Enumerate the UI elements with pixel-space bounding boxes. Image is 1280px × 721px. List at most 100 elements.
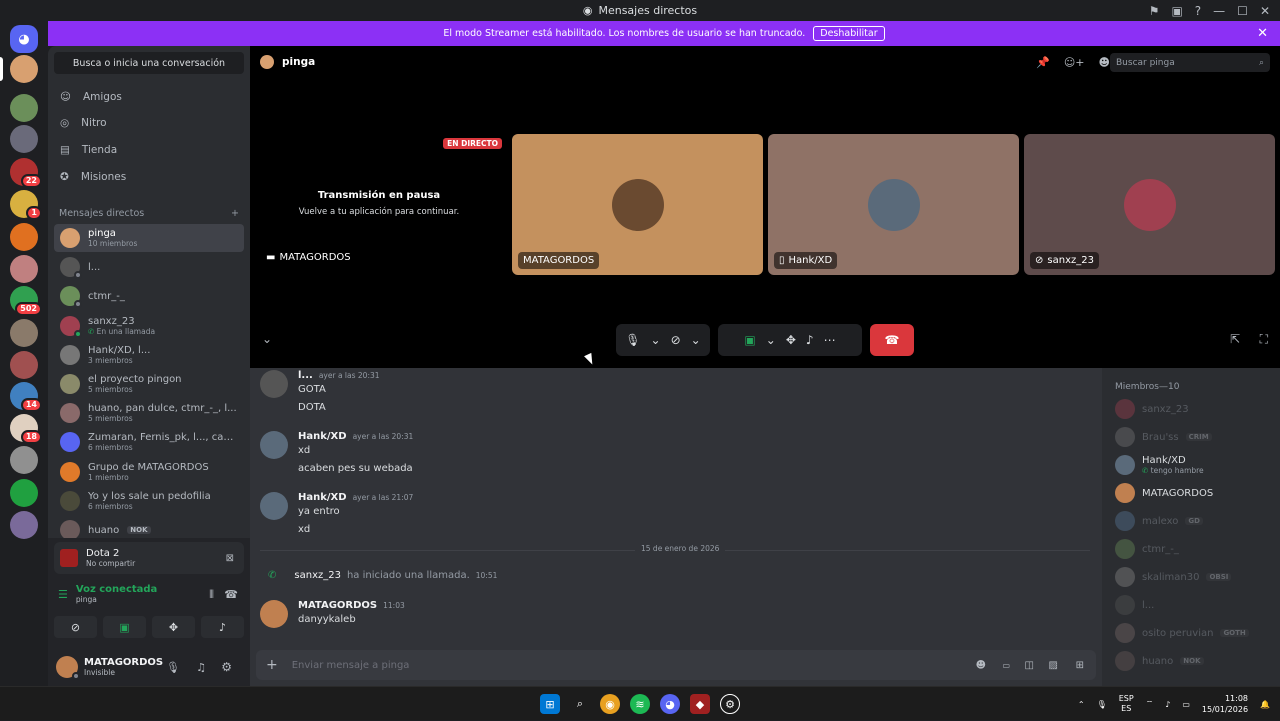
leave-call-button[interactable]: ☎ — [870, 324, 914, 356]
members-icon[interactable]: ☻ — [1099, 56, 1110, 69]
call-event-user[interactable]: sanxz_23 — [294, 570, 341, 581]
find-conversation-button[interactable]: Busca o inicia una conversación — [54, 52, 244, 74]
avatar[interactable] — [260, 370, 288, 398]
participant-tile[interactable]: ⊘ sanxz_23 — [1024, 134, 1275, 275]
volume-icon[interactable]: ♪ — [1165, 700, 1170, 709]
pin-icon[interactable]: 📌 — [1036, 56, 1050, 69]
participant-tile[interactable]: ▯ Hank/XD — [768, 134, 1019, 275]
dm-item[interactable]: l... — [54, 253, 244, 281]
stop-share-icon[interactable]: ⊠ — [226, 553, 234, 564]
avatar[interactable] — [260, 492, 288, 520]
nav-quests[interactable]: ✪ Misiones — [54, 164, 244, 190]
gift-icon[interactable]: ⊞ — [1076, 660, 1084, 671]
message-input[interactable]: Enviar mensaje a pinga — [292, 660, 410, 671]
member-item[interactable]: ctmr_-_ — [1115, 538, 1179, 560]
server-icon[interactable]: 1 — [10, 190, 42, 220]
server-icon[interactable]: 14 — [10, 382, 42, 412]
member-item[interactable]: skaliman30 OBSI — [1115, 566, 1232, 588]
activities-icon[interactable]: ✥ — [152, 616, 195, 638]
chevron-down-icon[interactable]: ⌄ — [651, 333, 661, 347]
nav-shop[interactable]: ▤ Tienda — [54, 137, 244, 163]
disable-streamer-button[interactable]: Deshabilitar — [813, 26, 885, 41]
apps-icon[interactable]: ☻ — [976, 660, 986, 671]
microphone-icon[interactable]: 🎙 — [625, 333, 640, 347]
search-icon[interactable]: ⌕ — [570, 694, 590, 714]
camera-off-icon[interactable]: ⊘ — [54, 616, 97, 638]
microphone-icon[interactable]: 🎙 — [166, 661, 180, 674]
start-icon[interactable]: ⊞ — [540, 694, 560, 714]
add-friends-icon[interactable]: ☺+ — [1064, 56, 1085, 69]
chevron-down-icon[interactable]: ⌄ — [691, 333, 701, 347]
headphones-icon[interactable]: ♫ — [196, 661, 206, 674]
server-icon[interactable] — [10, 511, 38, 539]
share-screen-icon[interactable]: ▣ — [103, 616, 146, 638]
spotify-icon[interactable]: ≋ — [630, 694, 650, 714]
author-name[interactable]: MATAGORDOS — [298, 600, 377, 611]
minimize-button[interactable]: — — [1213, 4, 1225, 18]
steam-icon[interactable]: ⚙ — [720, 694, 740, 714]
server-icon[interactable] — [10, 351, 38, 379]
author-name[interactable]: l... — [298, 370, 313, 381]
gif-icon[interactable]: ▭ — [1002, 661, 1010, 670]
create-dm-icon[interactable]: + — [231, 208, 239, 219]
member-item[interactable]: osito peruvian GOTH — [1115, 622, 1249, 644]
dm-item[interactable]: Grupo de MATAGORDOS 1 miembro — [54, 458, 244, 486]
author-name[interactable]: Hank/XD — [298, 492, 347, 503]
server-icon[interactable] — [10, 255, 38, 283]
soundboard-icon[interactable]: ♪ — [201, 616, 244, 638]
participant-tile[interactable]: MATAGORDOS — [512, 134, 763, 275]
add-attachment-icon[interactable]: + — [266, 657, 278, 673]
server-icon[interactable] — [10, 319, 38, 347]
help-icon[interactable]: ? — [1195, 4, 1201, 18]
dm-item[interactable]: huano, pan dulce, ctmr_-_, l... 5 miembro… — [54, 399, 244, 427]
close-window-button[interactable]: ✕ — [1260, 4, 1270, 18]
member-item[interactable]: Hank/XD ✆ tengo hambre — [1115, 454, 1204, 476]
dm-item[interactable]: Zumaran, Fernis_pk, l..., cami... 6 miemb… — [54, 428, 244, 456]
disconnect-icon[interactable]: ☎ — [224, 588, 238, 601]
more-options-icon[interactable]: ⋯ — [824, 333, 836, 347]
dm-item[interactable]: el proyecto pingon 5 miembros — [54, 370, 244, 398]
server-icon[interactable] — [10, 94, 38, 122]
member-item[interactable]: Brau'ss CRIM — [1115, 426, 1212, 448]
nav-friends[interactable]: ☺ Amigos — [54, 84, 244, 110]
settings-gear-icon[interactable]: ⚙ — [221, 660, 232, 674]
member-item[interactable]: l... — [1115, 594, 1154, 616]
user-server-icon[interactable] — [10, 55, 38, 83]
search-input[interactable]: Buscar pinga ⌕ — [1110, 53, 1270, 72]
emoji-icon[interactable]: ▨ — [1049, 660, 1058, 671]
avatar[interactable] — [56, 656, 80, 680]
dm-item[interactable]: Yo y los sale un pedofilia 6 miembros — [54, 487, 244, 515]
inbox-tray-icon[interactable]: ▣ — [1171, 4, 1182, 18]
discord-icon[interactable]: ◕ — [660, 694, 680, 714]
home-button[interactable]: ◕ — [10, 25, 38, 53]
member-item[interactable]: malexo GD — [1115, 510, 1203, 532]
inbox-icon[interactable]: ⚑ — [1149, 4, 1160, 18]
chrome-icon[interactable]: ◉ — [600, 694, 620, 714]
member-item[interactable]: huano NOK — [1115, 650, 1204, 672]
server-icon[interactable] — [10, 125, 38, 153]
server-icon[interactable] — [10, 223, 38, 251]
clock[interactable]: 11:08 15/01/2026 — [1202, 693, 1248, 715]
close-banner-icon[interactable]: ✕ — [1257, 26, 1268, 41]
sticker-icon[interactable]: ◫ — [1025, 660, 1034, 671]
message-composer[interactable]: + Enviar mensaje a pinga ☻ ▭ ◫ ▨ ⊞ — [256, 650, 1096, 680]
chevron-up-icon[interactable]: ⌃ — [1078, 700, 1085, 709]
chevron-down-icon[interactable]: ⌄ — [262, 332, 272, 346]
notification-bell-icon[interactable]: 🔔 — [1260, 700, 1270, 709]
stream-tile[interactable]: EN DIRECTO Transmisión en pausa Vuelve a… — [250, 134, 508, 275]
language-indicator[interactable]: ESP ES — [1119, 694, 1134, 714]
nav-nitro[interactable]: ◎ Nitro — [54, 110, 244, 136]
dota-icon[interactable]: ◆ — [690, 694, 710, 714]
camera-off-icon[interactable]: ⊘ — [671, 333, 681, 347]
popout-icon[interactable]: ⇱ — [1230, 332, 1240, 346]
activities-icon[interactable]: ✥ — [786, 333, 796, 347]
server-icon[interactable]: 18 — [10, 414, 42, 444]
avatar[interactable] — [260, 431, 288, 459]
dm-item[interactable]: Hank/XD, l... 3 miembros — [54, 341, 244, 369]
server-icon[interactable] — [10, 479, 38, 507]
dm-item[interactable]: pinga 10 miembros — [54, 224, 244, 252]
member-item[interactable]: MATAGORDOS — [1115, 482, 1213, 504]
chevron-down-icon[interactable]: ⌄ — [766, 333, 776, 347]
server-icon[interactable]: 22 — [10, 158, 42, 188]
avatar[interactable] — [260, 600, 288, 628]
